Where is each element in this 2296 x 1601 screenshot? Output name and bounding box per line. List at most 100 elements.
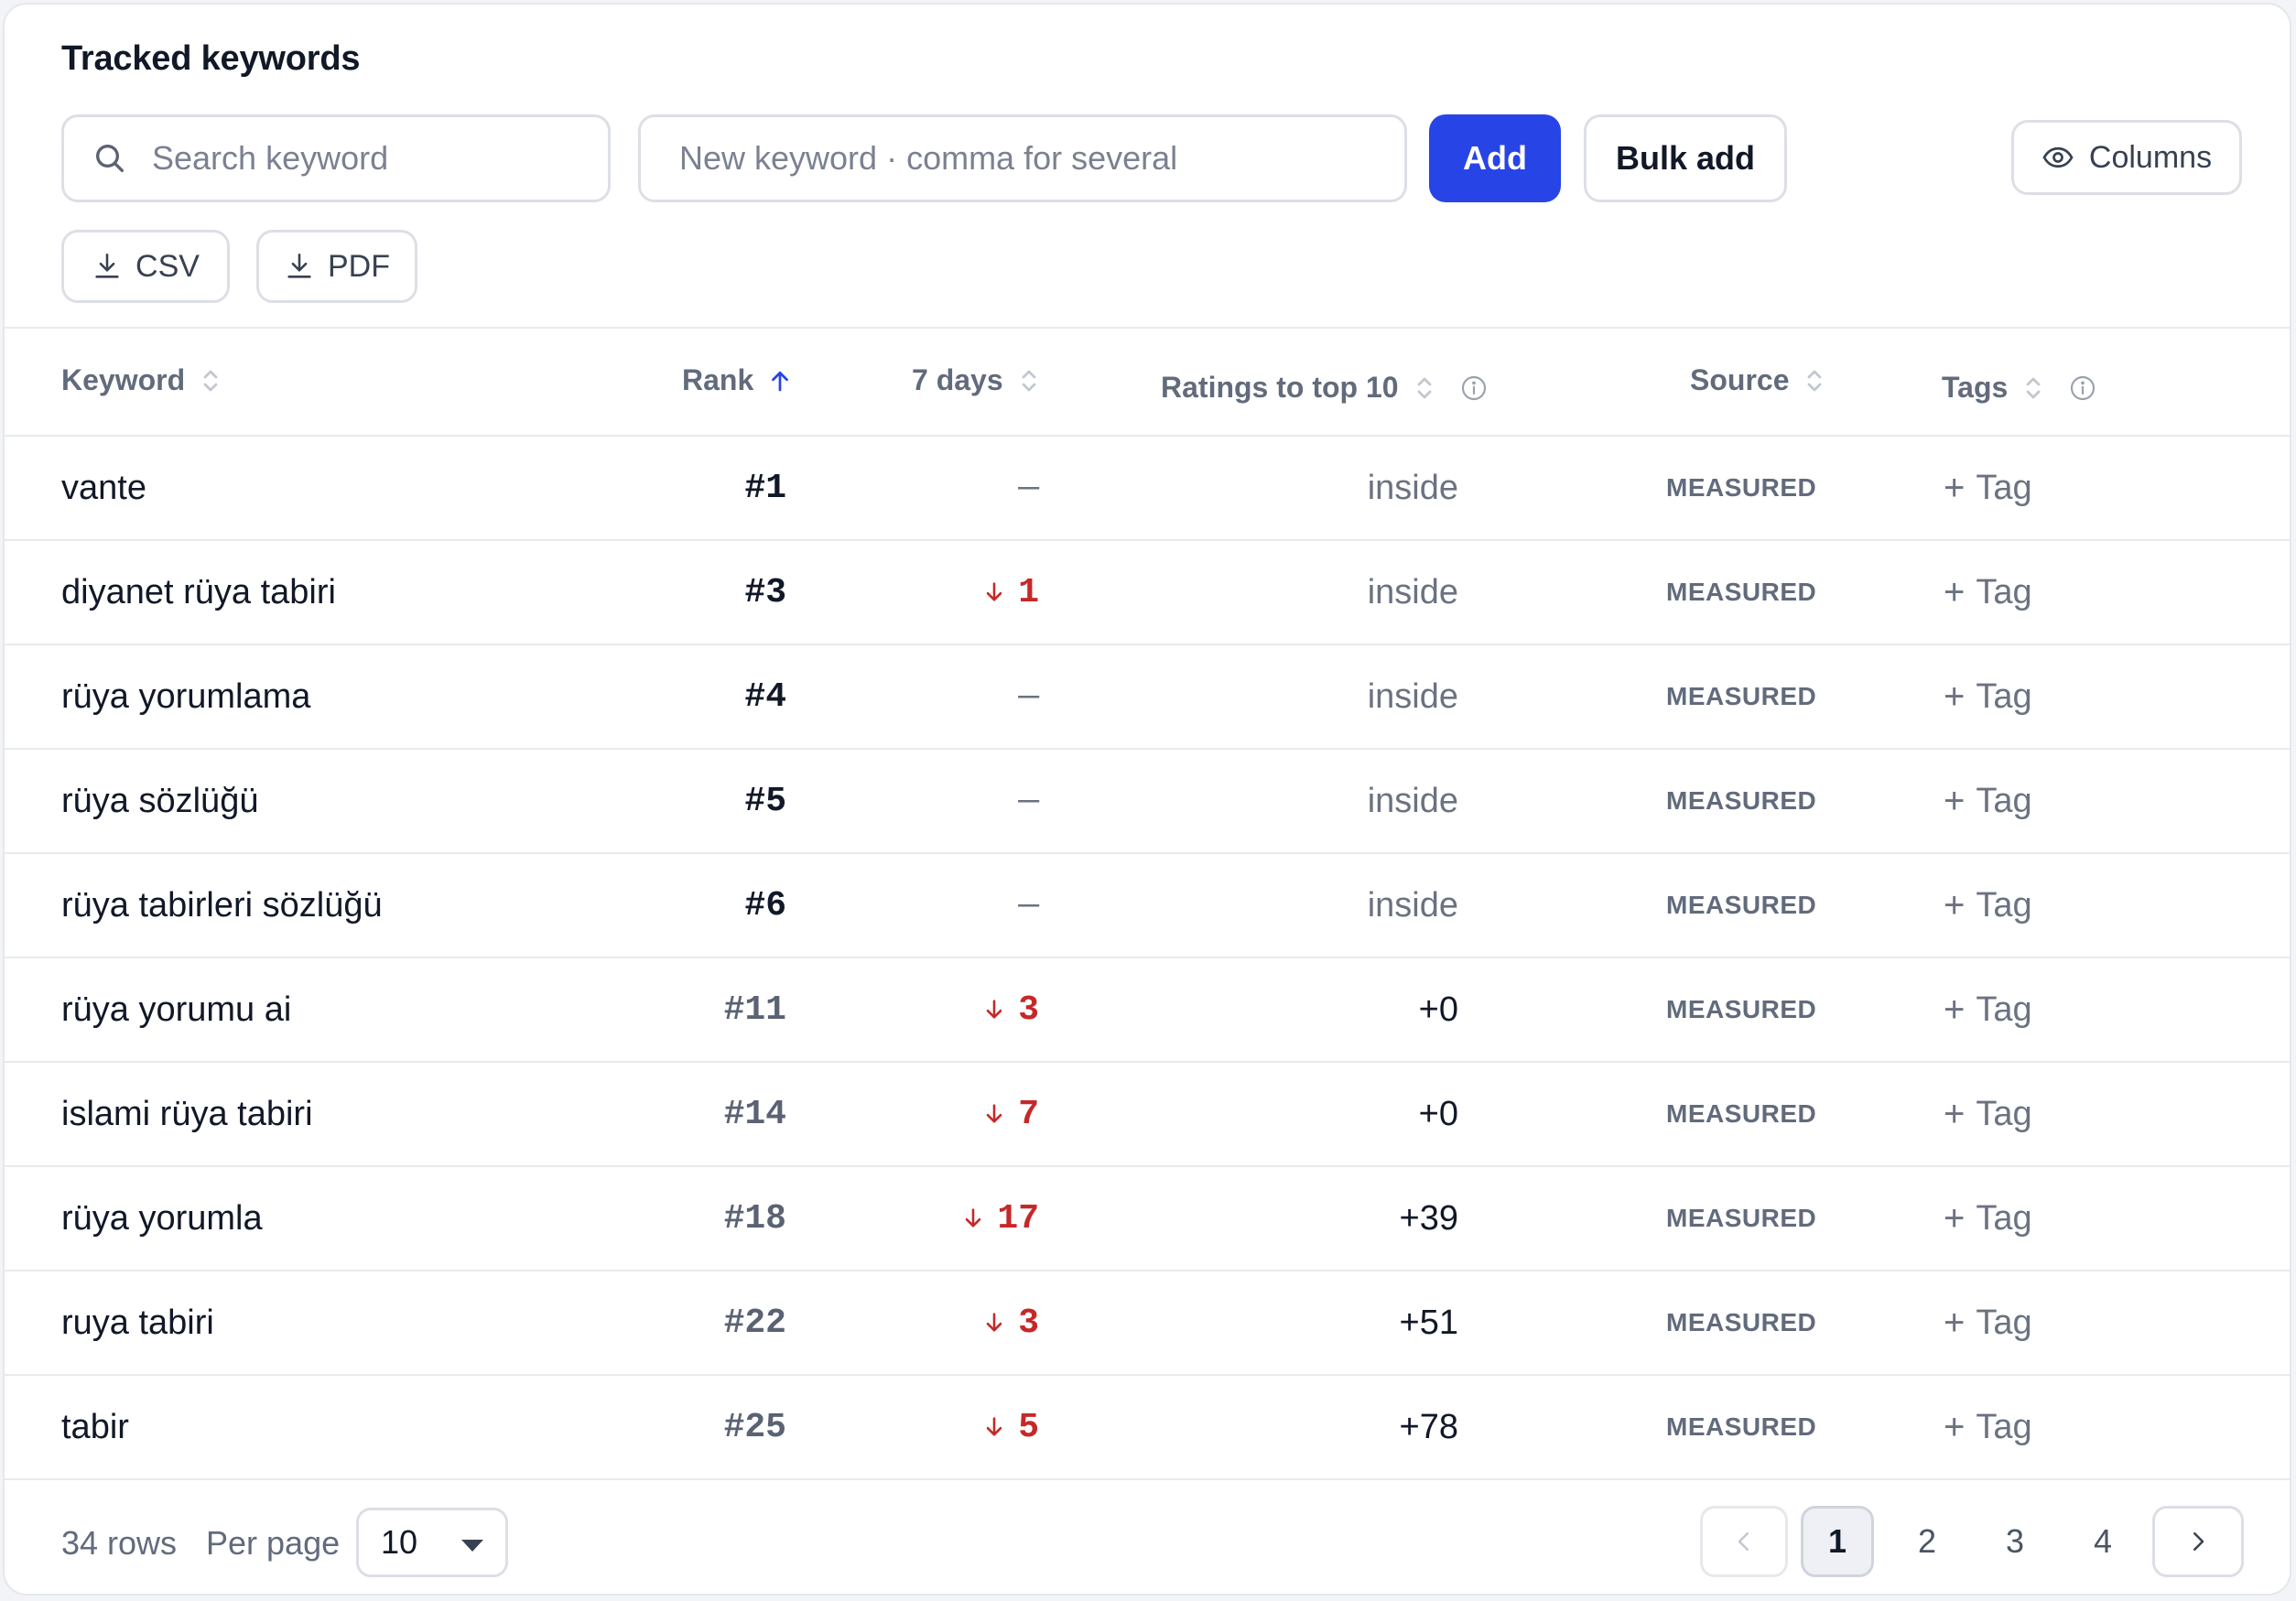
columns-button[interactable]: Columns xyxy=(2011,120,2242,195)
page-button-1[interactable]: 1 xyxy=(1801,1506,1874,1577)
column-header-tags[interactable]: Tags xyxy=(1942,371,2097,405)
column-header-source[interactable]: Source xyxy=(1690,363,1824,397)
seven-day-change-cell: 3 xyxy=(981,958,1039,1061)
add-tag-button[interactable]: + Tag xyxy=(1944,750,2032,852)
table-row[interactable]: tabir #25 5 +78 MEASURED + Tag xyxy=(5,1376,2290,1480)
add-tag-button[interactable]: + Tag xyxy=(1944,1167,2032,1270)
page-button-3[interactable]: 3 xyxy=(1978,1506,2052,1577)
table-row[interactable]: rüya sözlüğü #5 — inside MEASURED + Tag xyxy=(5,750,2290,854)
source-badge: MEASURED xyxy=(1666,682,1817,710)
seven-day-change-cell: 5 xyxy=(981,1376,1039,1478)
add-button-label: Add xyxy=(1463,139,1527,177)
add-tag-button[interactable]: + Tag xyxy=(1944,854,2032,957)
download-icon xyxy=(287,253,311,278)
page-button-2[interactable]: 2 xyxy=(1890,1506,1964,1577)
column-header-ratings[interactable]: Ratings to top 10 xyxy=(1161,371,1489,405)
add-tag-label: Tag xyxy=(1976,572,2032,611)
source-badge: MEASURED xyxy=(1666,786,1817,815)
previous-page-button[interactable] xyxy=(1700,1506,1788,1577)
add-tag-label: Tag xyxy=(1976,1198,2032,1238)
add-tag-button[interactable]: + Tag xyxy=(1944,541,2032,644)
seven-day-change-cell: 17 xyxy=(960,1167,1039,1270)
row-divider xyxy=(5,1478,2290,1480)
column-header-keyword[interactable]: Keyword xyxy=(61,363,220,397)
add-tag-button[interactable]: + Tag xyxy=(1944,1271,2032,1374)
keyword-cell: tabir xyxy=(61,1407,129,1446)
export-csv-label: CSV xyxy=(135,248,200,284)
new-keyword-input[interactable] xyxy=(677,138,1404,178)
eye-icon xyxy=(2042,146,2074,168)
sort-icon xyxy=(1417,377,1431,398)
add-tag-button[interactable]: + Tag xyxy=(1944,645,2032,748)
table-row[interactable]: rüya yorumlama #4 — inside MEASURED + Tag xyxy=(5,645,2290,750)
sort-icon xyxy=(203,370,218,391)
caret-down-icon xyxy=(461,1540,483,1552)
seven-day-change-cell: — xyxy=(1018,781,1039,821)
plus-icon: + xyxy=(1944,467,1966,508)
ratings-to-top-10-cell: +51 xyxy=(1399,1303,1458,1342)
keyword-cell: ruya tabiri xyxy=(61,1303,214,1342)
change-value: 7 xyxy=(1018,1094,1039,1134)
add-tag-button[interactable]: + Tag xyxy=(1944,958,2032,1061)
table-row[interactable]: rüya yorumu ai #11 3 +0 MEASURED + Tag xyxy=(5,958,2290,1063)
keyword-cell: rüya yorumla xyxy=(61,1198,263,1238)
arrow-down-icon xyxy=(986,1000,1002,1019)
new-keyword-field[interactable] xyxy=(638,114,1407,202)
column-header-rank[interactable]: Rank xyxy=(682,363,794,397)
arrow-down-icon xyxy=(986,582,1002,601)
column-header-7-days[interactable]: 7 days xyxy=(912,363,1038,397)
add-tag-label: Tag xyxy=(1976,781,2032,820)
column-header-source-label: Source xyxy=(1690,363,1790,396)
info-icon[interactable] xyxy=(2068,373,2097,403)
add-tag-label: Tag xyxy=(1976,885,2032,925)
bulk-add-button-label: Bulk add xyxy=(1615,139,1755,177)
column-header-7-days-label: 7 days xyxy=(912,363,1003,396)
add-tag-label: Tag xyxy=(1976,1407,2032,1446)
page-button-4[interactable]: 4 xyxy=(2066,1506,2139,1577)
search-icon xyxy=(96,145,124,172)
add-tag-button[interactable]: + Tag xyxy=(1944,1376,2032,1478)
rank-cell: #14 xyxy=(723,1094,786,1134)
change-value: 3 xyxy=(1018,990,1039,1030)
rank-cell: #18 xyxy=(723,1198,786,1239)
column-header-tags-label: Tags xyxy=(1942,371,2009,404)
column-header-rank-label: Rank xyxy=(682,363,754,396)
source-badge: MEASURED xyxy=(1666,891,1817,919)
seven-day-change-cell: — xyxy=(1018,468,1039,508)
add-button[interactable]: Add xyxy=(1429,114,1561,202)
ratings-to-top-10-cell: inside xyxy=(1367,885,1458,925)
add-tag-button[interactable]: + Tag xyxy=(1944,437,2032,539)
table-row[interactable]: rüya yorumla #18 17 +39 MEASURED + Tag xyxy=(5,1167,2290,1271)
source-badge: MEASURED xyxy=(1666,995,1817,1023)
add-tag-label: Tag xyxy=(1976,1094,2032,1133)
table-row[interactable]: diyanet rüya tabiri #3 1 inside MEASURED… xyxy=(5,541,2290,645)
add-tag-label: Tag xyxy=(1976,676,2032,716)
next-page-button[interactable] xyxy=(2152,1506,2244,1577)
add-tag-button[interactable]: + Tag xyxy=(1944,1063,2032,1165)
export-csv-button[interactable]: CSV xyxy=(61,230,230,303)
search-field[interactable] xyxy=(61,114,611,202)
sort-icon xyxy=(2026,377,2041,398)
info-icon[interactable] xyxy=(1459,373,1489,403)
per-page-select[interactable]: 10 xyxy=(356,1508,508,1577)
columns-button-label: Columns xyxy=(2088,139,2213,175)
keyword-cell: islami rüya tabiri xyxy=(61,1094,313,1133)
search-input[interactable] xyxy=(150,138,608,178)
rank-cell: #5 xyxy=(744,781,786,821)
table-row[interactable]: vante #1 — inside MEASURED + Tag xyxy=(5,437,2290,541)
card-title: Tracked keywords xyxy=(61,39,361,78)
export-pdf-button[interactable]: PDF xyxy=(256,230,417,303)
table-row[interactable]: ruya tabiri #22 3 +51 MEASURED + Tag xyxy=(5,1271,2290,1376)
add-tag-label: Tag xyxy=(1976,1303,2032,1342)
keyword-cell: diyanet rüya tabiri xyxy=(61,572,336,611)
plus-icon: + xyxy=(1944,884,1966,925)
rank-cell: #4 xyxy=(744,676,786,717)
table-row[interactable]: rüya tabirleri sözlüğü #6 — inside MEASU… xyxy=(5,854,2290,958)
table-row[interactable]: islami rüya tabiri #14 7 +0 MEASURED + Ta… xyxy=(5,1063,2290,1167)
plus-icon: + xyxy=(1944,1197,1966,1239)
chevron-right-icon xyxy=(2193,1532,2204,1551)
download-icon xyxy=(95,253,119,278)
plus-icon: + xyxy=(1944,676,1966,717)
arrow-up-icon xyxy=(772,371,789,391)
bulk-add-button[interactable]: Bulk add xyxy=(1584,114,1787,202)
